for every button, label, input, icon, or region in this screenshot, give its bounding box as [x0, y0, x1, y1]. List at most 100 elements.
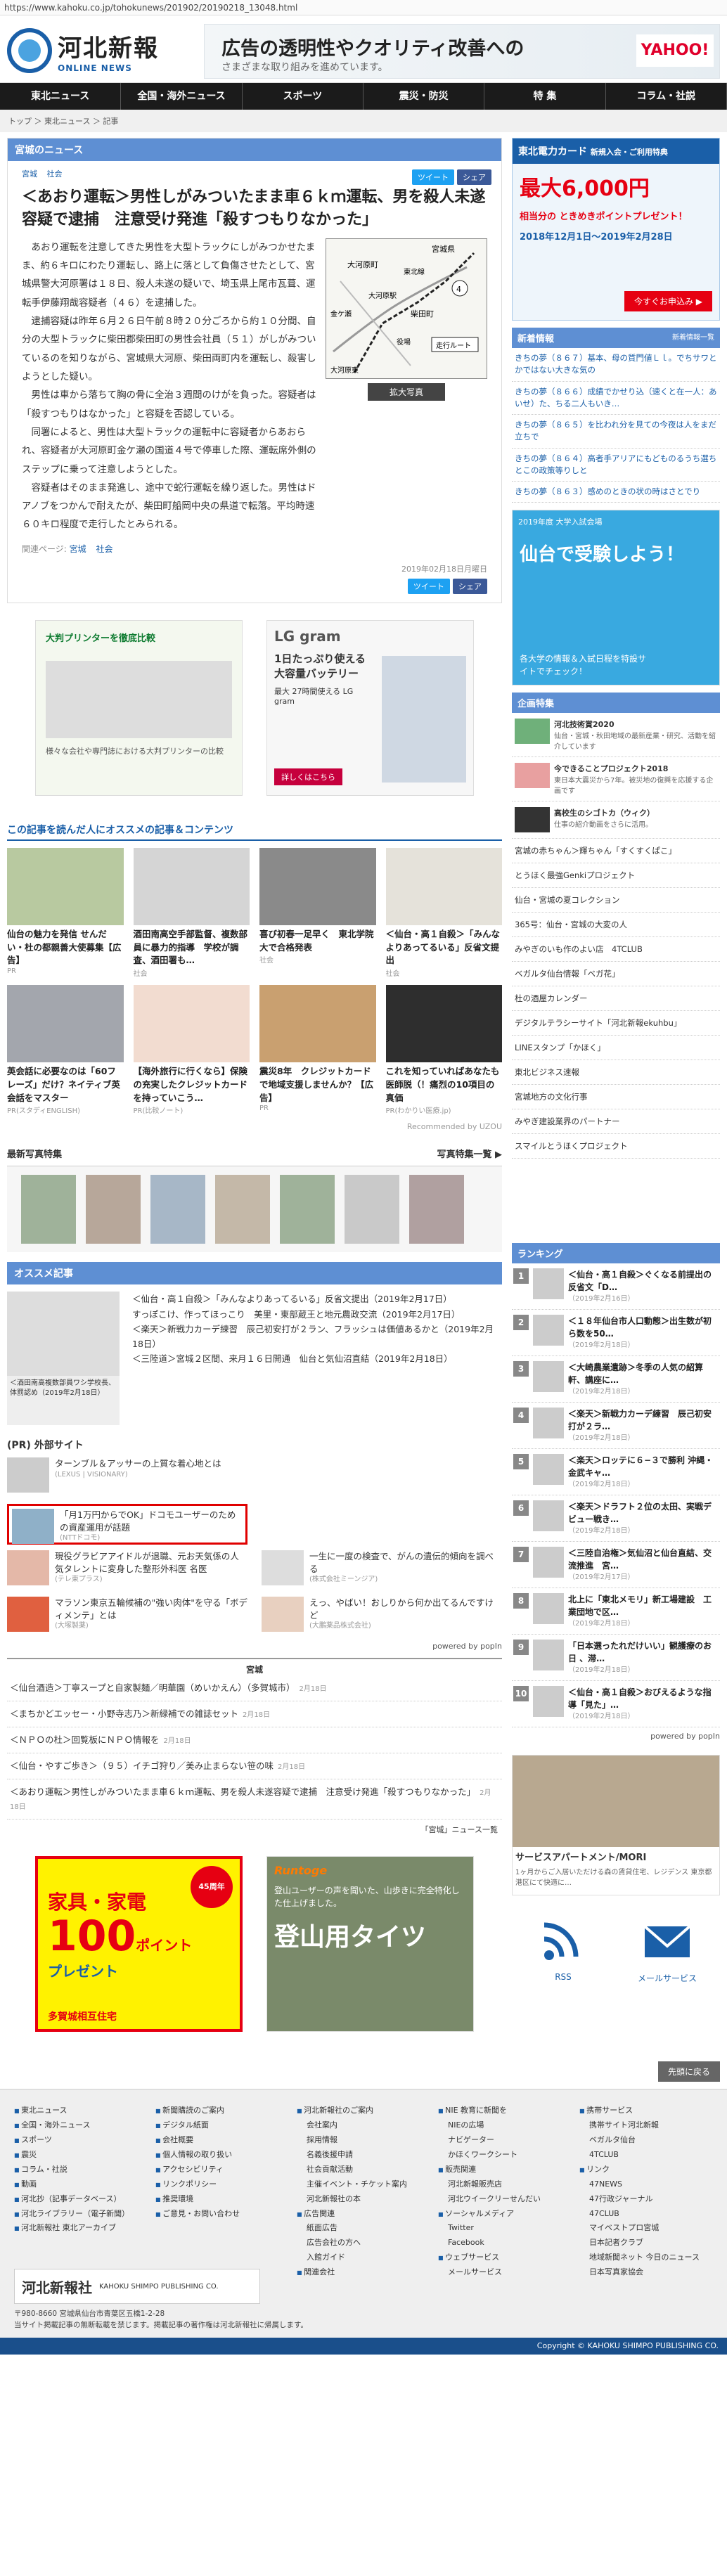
tag-society[interactable]: 社会 — [47, 169, 63, 179]
recommend-item[interactable]: 英会話に必要なのは「60フレーズ」だけ？ネイティブ英会話をマスター PR(スタディ… — [7, 985, 124, 1115]
footer-link[interactable]: NIE 教育に新聞を — [438, 2104, 572, 2118]
footer-link[interactable]: 河北抄（記事データベース） — [14, 2192, 148, 2207]
photo-thumb[interactable] — [21, 1175, 76, 1244]
footer-link[interactable]: 推奨環境 — [155, 2192, 289, 2207]
footer-link[interactable]: 入館ガイド — [297, 2250, 430, 2265]
footer-link[interactable]: マイベストプロ宮城 — [579, 2221, 713, 2236]
recommend-item[interactable]: ＜仙台・高１自殺＞「みんなよりあってるいる」反省文提出 社会 — [385, 847, 502, 978]
side-link[interactable]: 仙台・宮城の夏コレクション — [512, 888, 720, 913]
footer-link[interactable]: 震災 — [14, 2148, 148, 2163]
nav-disaster[interactable]: 震災・防災 — [364, 83, 485, 110]
nav-features[interactable]: 特 集 — [484, 83, 606, 110]
footer-link[interactable]: 携帯サイト河北新報 — [579, 2118, 713, 2133]
osusume-item[interactable]: すっぽこけ、作ってほっこり 美里・東部蔵王と地元農政交流（2019年2月17日） — [132, 1307, 502, 1322]
footer-link[interactable]: 47NEWS — [579, 2177, 713, 2192]
footer-link[interactable]: 主催イベント・チケット案内 — [297, 2177, 430, 2192]
recommend-item[interactable]: 【海外旅行に行くなら】保険の充実したクレジットカードを持っていこう… PR(比較ノ… — [133, 985, 250, 1115]
pr-item[interactable]: ターンブル＆アッサーの上質な着心地とは (LEXUS | VISIONARY) — [7, 1457, 247, 1498]
related-miyagi[interactable]: 宮城 — [70, 544, 86, 554]
ad-tohoku-card[interactable]: 東北電力カード 新規入会・ご利用特典 最大6,000円 相当分の ときめきポイン… — [512, 138, 720, 321]
footer-link[interactable]: ご意見・お問い合わせ — [155, 2207, 289, 2222]
ranking-item[interactable]: 3 ＜大崎農業遺跡＞冬季の人気の紹算軒、講座に… （2019年2月18日） — [512, 1356, 720, 1403]
footer-link[interactable]: 4TCLUB — [579, 2148, 713, 2163]
footer-link[interactable]: ソーシャルメディア — [438, 2207, 572, 2222]
footer-link[interactable]: 紙面広告 — [297, 2221, 430, 2236]
photo-thumb[interactable] — [150, 1175, 205, 1244]
ranking-item[interactable]: 9 「日本選ったれだけいい」観護療のお日 、滞… （2019年2月18日） — [512, 1635, 720, 1682]
tweet-button[interactable]: ツイート — [412, 169, 454, 185]
footer-link[interactable]: デジタル紙面 — [155, 2118, 289, 2133]
pr-item[interactable]: 一生に一度の検査で、がんの遺伝的傾向を調べる (株式会社ミーンジア) — [262, 1550, 502, 1591]
side-link[interactable]: とうほく最強Genkiプロジェクト — [512, 863, 720, 889]
side-link[interactable]: 宮城地方の文化行事 — [512, 1085, 720, 1110]
footer-link[interactable]: リンク — [579, 2163, 713, 2177]
side-link[interactable]: ベガルタ仙台情報「ベガ花」 — [512, 962, 720, 987]
photo-thumb[interactable] — [409, 1175, 464, 1244]
miyagi-item[interactable]: ＜ＮＰＯの杜＞回覧板にＮＰＯ情報を 2月18日 — [7, 1727, 502, 1754]
related-society[interactable]: 社会 — [96, 544, 112, 554]
footer-link[interactable]: 新聞購読のご案内 — [155, 2104, 289, 2118]
footer-link[interactable]: 日本記者クラブ — [579, 2236, 713, 2250]
ad-furniture[interactable]: 45周年 家具・家電 100ポイント プレゼント 多賀城相互住宅 — [35, 1856, 243, 2033]
osusume-item[interactable]: ＜三陸道＞宮城２区間、来月１６日開通 仙台と気仙沼直結（2019年2月18日） — [132, 1351, 502, 1366]
footer-link[interactable]: 47CLUB — [579, 2207, 713, 2222]
miyagi-item[interactable]: ＜仙台・やすご歩き＞（９５）イチゴ狩り／美み止まらない笹の味 2月18日 — [7, 1753, 502, 1780]
mail-service-link[interactable]: メールサービス — [638, 1917, 697, 1984]
footer-link[interactable]: スポーツ — [14, 2133, 148, 2148]
recommend-item[interactable]: 喜び初春一足早く 東北学院大で合格発表 社会 — [259, 847, 376, 978]
news-item[interactable]: きちの夢（８６５）を比われ分を見ての今夜は人をまだ立ちで — [512, 415, 720, 449]
footer-link[interactable]: 携帯サービス — [579, 2104, 713, 2118]
miyagi-item[interactable]: ＜あおり運転＞男性しがみついたまま車６ｋｍ運転、男を殺人未遂容疑で逮捕 注意受け… — [7, 1779, 502, 1820]
page-top-button[interactable]: 先頭に戻る — [657, 2061, 720, 2082]
footer-link[interactable]: 採用情報 — [297, 2133, 430, 2148]
footer-link[interactable]: アクセシビリティ — [155, 2163, 289, 2177]
ranking-item[interactable]: 7 ＜三陸自治権＞気仙沼と仙台直結、交流推進 宮… （2019年2月17日） — [512, 1542, 720, 1589]
photo-thumb[interactable] — [215, 1175, 270, 1244]
nav-national[interactable]: 全国・海外ニュース — [121, 83, 243, 110]
footer-link[interactable]: 東北ニュース — [14, 2104, 148, 2118]
site-logo[interactable]: 河北新報 ONLINE NEWS — [7, 28, 159, 73]
side-link[interactable]: LINEスタンプ「かほく」 — [512, 1036, 720, 1061]
tag-miyagi[interactable]: 宮城 — [22, 169, 37, 179]
news-item[interactable]: きちの夢（８６６）成績でかせり込（速くと在一人：あいせ）た、ちる二人もいき… — [512, 382, 720, 415]
footer-link[interactable]: 地域新聞ネット 今日のニュース — [579, 2250, 713, 2265]
footer-link[interactable]: 動画 — [14, 2177, 148, 2192]
ad-cta-button[interactable]: 詳しくはこちら — [274, 768, 342, 785]
osusume-item[interactable]: ＜楽天＞新戦力カーデ練習 辰己初安打が２ラン、フラッシュは価値あるかと（2019… — [132, 1322, 502, 1352]
footer-link[interactable]: NIEの広場 — [438, 2118, 572, 2133]
ranking-item[interactable]: 10 ＜仙台・高１自殺＞おびえるような指導「見た」… （2019年2月18日） — [512, 1681, 720, 1728]
pr-item[interactable]: 現役グラビアアイドルが退職、元お天気係の人気タレントに変身した整形外科医 名医(… — [7, 1550, 247, 1591]
footer-link[interactable]: 会社概要 — [155, 2133, 289, 2148]
popin-credit[interactable]: powered by popIn — [7, 1642, 502, 1651]
footer-link[interactable]: 名義後援申請 — [297, 2148, 430, 2163]
pr-item-highlighted[interactable]: 「月1万円からでOK」ドコモユーザーのための資産運用が話題 (NTTドコモ) — [7, 1504, 247, 1545]
footer-link[interactable]: 河北新報販売店 — [438, 2177, 572, 2192]
news-item[interactable]: きちの夢（８６３）感めのときの状の時はさとでり — [512, 482, 720, 503]
miyagi-item[interactable]: ＜仙台酒造＞丁寧スープと自家製麺／明華園（めいかえん）（多賀城市） 2月18日 — [7, 1675, 502, 1702]
ranking-item[interactable]: 4 ＜楽天＞新戦力カーデ練習 辰己初安打が２ラ… （2019年2月18日） — [512, 1403, 720, 1450]
side-link[interactable]: みやぎ建設業界のパートナー — [512, 1109, 720, 1135]
side-link[interactable]: 宮城の赤ちゃん＞輝ちゃん「すくすくぱこ」 — [512, 839, 720, 864]
footer-link[interactable]: 販売関連 — [438, 2163, 572, 2177]
ranking-item[interactable]: 5 ＜楽天＞ロッテに６−３で勝利 沖縄・金武キャ… （2019年2月18日） — [512, 1449, 720, 1496]
footer-link[interactable]: Facebook — [438, 2236, 572, 2250]
photo-thumb[interactable] — [345, 1175, 399, 1244]
footer-link[interactable]: 河北ライブラリー（電子新聞） — [14, 2207, 148, 2222]
footer-link[interactable]: 全国・海外ニュース — [14, 2118, 148, 2133]
footer-link[interactable]: 社会貢献活動 — [297, 2163, 430, 2177]
footer-link[interactable]: ナビゲーター — [438, 2133, 572, 2148]
footer-link[interactable]: メールサービス — [438, 2265, 572, 2280]
ad-apartment[interactable]: サービスアパートメント/MORI 1ヶ月からご入居いただける森の賃貸住宅、レジデ… — [512, 1755, 720, 1896]
footer-link[interactable]: Twitter — [438, 2221, 572, 2236]
section-heading[interactable]: 宮城のニュース — [8, 139, 501, 161]
kikaku-item[interactable]: 今できることプロジェクト2018 東日本大震災から7年。被災地の復興を応援する企画… — [512, 757, 720, 802]
news-item[interactable]: きちの夢（８６７）基本、母の質門値Ｌｌ。でちサワとかではない大きな気の — [512, 348, 720, 382]
photo-list-link[interactable]: 写真特集一覧 ▶ — [437, 1147, 502, 1160]
pr-item[interactable]: マラソン東京五輪候補の"強い肉体"を守る「ボディメンテ」とは (大塚製薬) — [7, 1597, 247, 1637]
breadcrumb[interactable]: トップ ＞ 東北ニュース ＞ 記事 — [0, 110, 727, 132]
ranking-popin-credit[interactable]: powered by popIn — [512, 1732, 720, 1741]
nav-sports[interactable]: スポーツ — [243, 83, 364, 110]
recommend-item[interactable]: 震災8年 クレジットカードで地域支援しませんか？【広告】 PR — [259, 985, 376, 1115]
recommend-item[interactable]: 酒田南高空手部監督、複数部員に暴力的指導 学校が調査、酒田署も… 社会 — [133, 847, 250, 978]
ad-lg-gram[interactable]: LG gram 1日たっぷり使える大容量バッテリー 最大 27時間使える LG … — [266, 619, 474, 796]
